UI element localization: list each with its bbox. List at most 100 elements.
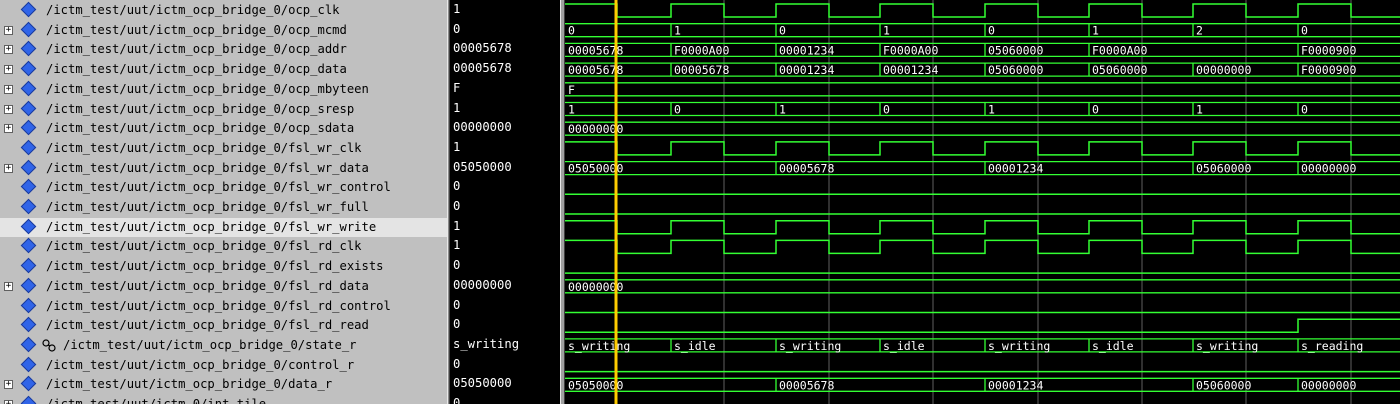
signal-row[interactable]: /ictm_test/uut/ictm_ocp_bridge_0/fsl_rd_… <box>0 257 447 277</box>
signal-row[interactable]: + /ictm_test/uut/ictm_ocp_bridge_0/ocp_sr… <box>0 100 447 120</box>
signal-value: s_writing <box>453 336 520 351</box>
bus-value: 0 <box>674 103 681 117</box>
signal-icon <box>20 179 37 195</box>
bus-value: 00005678 <box>674 63 729 77</box>
bus-value: 1 <box>674 24 681 38</box>
signal-row[interactable]: /ictm_test/uut/ictm_ocp_bridge_0/fsl_wr_… <box>0 139 447 159</box>
expand-icon[interactable]: + <box>4 104 13 114</box>
bus-value: s_idle <box>883 339 925 353</box>
bus-value: s_idle <box>1092 339 1134 353</box>
signal-value: 0 <box>453 396 461 404</box>
signal-icon <box>20 297 37 313</box>
bus-value: 1 <box>883 24 890 38</box>
signal-value: 00000000 <box>453 277 512 292</box>
bus-segment <box>984 101 1089 117</box>
clock-wave <box>565 141 1400 156</box>
signal-name: /ictm_test/uut/ictm_ocp_bridge_0/state_r <box>63 337 357 352</box>
bus-value: 00005678 <box>779 378 834 392</box>
state-machine-icon <box>42 339 56 352</box>
expand-icon[interactable]: + <box>4 84 13 94</box>
signal-value: 00000000 <box>453 120 512 135</box>
expand-icon[interactable]: + <box>4 25 13 35</box>
signal-icon <box>20 277 37 294</box>
signal-row[interactable]: + /ictm_test/uut/ictm_ocp_bridge_0/ocp_sd… <box>0 119 447 139</box>
signal-row[interactable]: /ictm_test/uut/ictm_ocp_bridge_0/ocp_clk <box>0 1 447 21</box>
bus-value: 0 <box>883 103 890 117</box>
signal-name: /ictm_test/uut/ictm_ocp_bridge_0/ocp_dat… <box>46 62 347 77</box>
signal-icon <box>20 100 37 116</box>
waveform-pane[interactable]: 0 1 0 1 0 1 2 0 00005678 F0000A00 00001234 F0000A00… <box>565 0 1400 404</box>
signal-icon <box>20 21 37 37</box>
bus-segment <box>1088 23 1193 38</box>
signal-row[interactable]: /ictm_test/uut/ictm_ocp_bridge_0/fsl_rd_… <box>0 237 447 257</box>
bus-segment <box>1297 101 1400 117</box>
signal-row[interactable]: /ictm_test/uut/ictm_ocp_bridge_0/fsl_wr_… <box>0 178 447 198</box>
bus-value: s_writing <box>779 339 841 353</box>
signal-name: /ictm_test/uut/ictm_ocp_bridge_0/control… <box>46 357 355 372</box>
bus-value: F0000A00 <box>1092 43 1147 57</box>
signal-row[interactable]: /ictm_test/uut/ictm_ocp_bridge_0/fsl_rd_… <box>0 297 447 317</box>
signal-name: /ictm_test/uut/ictm_ocp_bridge_0/ocp_sda… <box>46 121 355 136</box>
bus-value: 0 <box>988 24 995 38</box>
bus-value: s_writing <box>988 339 1050 353</box>
signal-name: /ictm_test/uut/ictm_ocp_bridge_0/fsl_rd_… <box>46 318 369 333</box>
expand-icon[interactable]: + <box>4 65 13 75</box>
expand-icon[interactable]: + <box>4 163 13 173</box>
signal-name: /ictm_test/uut/ictm_ocp_bridge_0/fsl_rd_… <box>46 298 391 313</box>
signal-name: /ictm_test/uut/ictm_ocp_bridge_0/ocp_mby… <box>46 81 369 96</box>
signal-row[interactable]: + /ictm_test/uut/ictm_ocp_bridge_0/ocp_mb… <box>0 80 447 100</box>
signal-value: 1 <box>453 218 461 233</box>
bus-segment <box>1297 23 1400 38</box>
signal-value: 1 <box>453 100 461 115</box>
expand-icon[interactable]: + <box>4 124 13 134</box>
bus-value: 0 <box>568 24 575 38</box>
signal-row[interactable]: /ictm_test/uut/ictm_ocp_bridge_0/fsl_wr_… <box>0 198 447 218</box>
signal-icon <box>20 159 37 175</box>
bus-value: F0000A00 <box>883 43 938 57</box>
signal-value: 0 <box>453 258 461 273</box>
signal-row[interactable]: + /ictm_test/uut/ictm_ocp_bridge_0/ocp_ad… <box>0 40 447 60</box>
wave-window: /ictm_test/uut/ictm_ocp_bridge_0/ocp_clk… <box>0 0 1400 404</box>
signal-row[interactable]: + /ictm_test/uut/ictm_ocp_bridge_0/ocp_da… <box>0 60 447 80</box>
signal-name: /ictm_test/uut/ictm_ocp_bridge_0/data_r <box>46 377 333 392</box>
signal-row[interactable]: /ictm_test/uut/ictm_ocp_bridge_0/control… <box>0 356 447 376</box>
signal-row[interactable]: + /ictm_test/uut/ictm_0/int_tile <box>0 395 447 404</box>
signal-name: /ictm_test/uut/ictm_ocp_bridge_0/fsl_wr_… <box>46 219 377 234</box>
signal-row[interactable]: + /ictm_test/uut/ictm_ocp_bridge_0/ocp_mc… <box>0 21 447 41</box>
signal-row[interactable]: /ictm_test/uut/ictm_ocp_bridge_0/state_r <box>0 336 447 356</box>
signal-name: /ictm_test/uut/ictm_ocp_bridge_0/fsl_rd_… <box>46 278 369 293</box>
signal-name: /ictm_test/uut/ictm_ocp_bridge_0/fsl_wr_… <box>46 180 391 195</box>
bus-value: 00001234 <box>883 63 938 77</box>
signal-value: 1 <box>453 2 461 16</box>
bus-value: 00000000 <box>1301 378 1356 392</box>
bus-segment <box>984 23 1089 38</box>
expand-icon[interactable]: + <box>4 45 13 55</box>
expand-icon[interactable]: + <box>4 400 13 404</box>
signal-value: 0 <box>453 199 461 213</box>
bus-segment <box>775 23 880 38</box>
signal-icon <box>20 80 37 97</box>
signal-row[interactable]: + /ictm_test/uut/ictm_ocp_bridge_0/fsl_wr… <box>0 159 447 179</box>
signal-row[interactable]: + /ictm_test/uut/ictm_ocp_bridge_0/data_r <box>0 375 447 395</box>
bus-value: 00000000 <box>1301 162 1356 176</box>
signal-name: /ictm_test/uut/ictm_ocp_bridge_0/ocp_mcm… <box>46 22 347 37</box>
signal-icon <box>20 1 37 18</box>
clock-wave <box>565 3 1400 18</box>
signal-value: 0 <box>453 356 461 371</box>
signal-row[interactable]: + /ictm_test/uut/ictm_ocp_bridge_0/fsl_rd… <box>0 277 447 297</box>
signal-row[interactable]: /ictm_test/uut/ictm_ocp_bridge_0/fsl_wr_… <box>0 217 447 238</box>
signal-name: /ictm_test/uut/ictm_ocp_bridge_0/fsl_rd_… <box>46 259 384 274</box>
signal-icon <box>20 60 37 77</box>
bus-value: 05060000 <box>1196 378 1251 392</box>
bus-segment <box>565 121 1400 136</box>
signal-row[interactable]: /ictm_test/uut/ictm_ocp_bridge_0/fsl_rd_… <box>0 316 447 336</box>
bus-value: s_idle <box>674 339 716 353</box>
signal-name: /ictm_test/uut/ictm_ocp_bridge_0/ocp_add… <box>46 42 347 57</box>
signal-icon <box>20 41 37 57</box>
signal-icon <box>20 119 37 136</box>
bus-segment <box>1088 101 1193 117</box>
bus-value: 1 <box>1092 24 1099 38</box>
signal-value: 0 <box>453 21 461 36</box>
expand-icon[interactable]: + <box>4 380 13 390</box>
expand-icon[interactable]: + <box>4 281 13 291</box>
